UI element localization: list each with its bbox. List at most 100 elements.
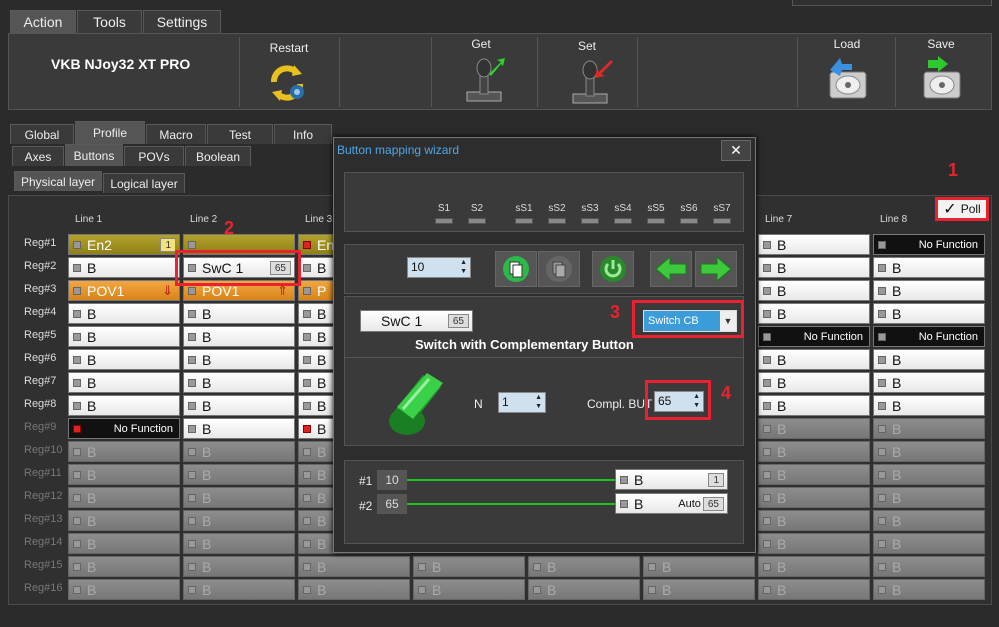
button-cell[interactable]: No Function <box>873 326 985 347</box>
set-button[interactable] <box>567 58 613 109</box>
tab-boolean[interactable]: Boolean <box>185 146 251 166</box>
button-cell[interactable]: B <box>68 326 180 347</box>
tab-physical-layer[interactable]: Physical layer <box>14 171 102 191</box>
button-cell[interactable]: B <box>68 487 180 508</box>
restart-button[interactable] <box>266 62 308 107</box>
button-cell[interactable]: B <box>873 556 985 577</box>
copy-button[interactable] <box>495 251 537 287</box>
button-cell[interactable]: B <box>873 418 985 439</box>
button-cell[interactable]: B <box>68 257 180 278</box>
poll-checkbox[interactable]: ✓ Poll <box>935 197 989 221</box>
button-cell[interactable]: B <box>68 349 180 370</box>
row2-button-cell[interactable]: B Auto 65 <box>615 493 728 514</box>
tab-buttons[interactable]: Buttons <box>65 144 123 166</box>
button-cell[interactable]: B <box>873 257 985 278</box>
next-button[interactable] <box>695 251 737 287</box>
button-cell[interactable]: B <box>758 579 870 600</box>
button-cell[interactable]: B <box>183 372 295 393</box>
button-cell[interactable]: B <box>758 372 870 393</box>
button-cell[interactable]: B <box>68 533 180 554</box>
tab-test[interactable]: Test <box>207 124 273 144</box>
button-cell[interactable]: B <box>758 395 870 416</box>
button-cell[interactable]: B <box>183 441 295 462</box>
previous-button[interactable] <box>650 251 692 287</box>
button-cell[interactable]: B <box>873 510 985 531</box>
button-cell[interactable]: B <box>183 533 295 554</box>
button-cell[interactable]: No Function <box>68 418 180 439</box>
button-cell[interactable]: B <box>183 349 295 370</box>
button-cell[interactable]: B <box>758 280 870 301</box>
button-cell[interactable]: B <box>873 464 985 485</box>
button-cell[interactable]: B <box>68 395 180 416</box>
button-cell[interactable]: B <box>758 349 870 370</box>
button-cell[interactable]: B <box>183 556 295 577</box>
n-spinner[interactable]: 1 ▲ ▼ <box>498 392 546 413</box>
button-cell[interactable]: B <box>758 556 870 577</box>
tab-profile[interactable]: Profile <box>75 121 145 144</box>
row1-button-cell[interactable]: B 1 <box>615 469 728 490</box>
tab-info[interactable]: Info <box>274 124 332 144</box>
button-cell[interactable]: B <box>758 418 870 439</box>
button-cell[interactable]: B <box>758 234 870 255</box>
button-cell[interactable]: No Function <box>758 326 870 347</box>
button-cell[interactable]: B <box>643 556 755 577</box>
button-cell[interactable]: B <box>873 372 985 393</box>
button-cell[interactable]: B <box>528 556 640 577</box>
button-cell[interactable]: B <box>758 464 870 485</box>
selected-button-cell[interactable]: SwC 1 65 <box>360 310 473 332</box>
button-cell[interactable]: B <box>758 510 870 531</box>
button-cell[interactable]: POV1 ⇓ <box>68 280 180 301</box>
button-cell[interactable]: B <box>873 395 985 416</box>
button-cell[interactable]: B <box>873 280 985 301</box>
button-cell[interactable]: B <box>873 441 985 462</box>
button-cell[interactable]: No Function <box>873 234 985 255</box>
button-cell[interactable]: B <box>873 487 985 508</box>
reset-button[interactable] <box>592 251 634 287</box>
button-cell[interactable]: B <box>758 441 870 462</box>
button-cell[interactable]: B <box>758 487 870 508</box>
button-cell[interactable]: B <box>758 303 870 324</box>
button-cell[interactable]: B <box>183 510 295 531</box>
button-cell[interactable]: B <box>298 556 410 577</box>
tab-settings[interactable]: Settings <box>143 10 221 33</box>
save-button[interactable] <box>920 56 964 105</box>
button-cell[interactable]: B <box>68 441 180 462</box>
tab-macro[interactable]: Macro <box>146 124 206 144</box>
get-button[interactable] <box>461 56 507 107</box>
button-cell[interactable]: B <box>183 303 295 324</box>
button-cell[interactable]: B <box>183 487 295 508</box>
button-cell[interactable]: B <box>183 395 295 416</box>
button-cell[interactable]: B <box>643 579 755 600</box>
button-index-spinner[interactable]: 10 ▲ ▼ <box>407 257 471 278</box>
button-cell[interactable]: B <box>68 464 180 485</box>
button-cell[interactable]: B <box>183 579 295 600</box>
tab-global[interactable]: Global <box>10 124 74 144</box>
button-cell[interactable]: B <box>873 533 985 554</box>
button-cell[interactable]: B <box>413 556 525 577</box>
button-cell[interactable]: B <box>873 349 985 370</box>
button-cell[interactable]: B <box>68 579 180 600</box>
button-cell[interactable]: B <box>68 556 180 577</box>
button-cell[interactable]: B <box>873 579 985 600</box>
button-cell[interactable]: En2 1 <box>68 234 180 255</box>
button-cell[interactable]: B <box>758 257 870 278</box>
button-cell[interactable]: B <box>298 579 410 600</box>
dialog-close-button[interactable]: ✕ <box>721 140 751 161</box>
tab-povs[interactable]: POVs <box>124 146 184 166</box>
paste-button[interactable] <box>538 251 580 287</box>
button-cell[interactable]: B <box>183 418 295 439</box>
button-cell[interactable]: B <box>183 326 295 347</box>
button-cell[interactable]: B <box>758 533 870 554</box>
button-cell[interactable]: B <box>183 464 295 485</box>
button-cell[interactable]: B <box>68 510 180 531</box>
button-cell[interactable]: B <box>413 579 525 600</box>
button-cell[interactable]: B <box>68 303 180 324</box>
load-button[interactable] <box>826 56 870 105</box>
tab-axes[interactable]: Axes <box>12 146 64 166</box>
tab-logical-layer[interactable]: Logical layer <box>103 173 185 193</box>
button-cell[interactable]: B <box>873 303 985 324</box>
button-cell[interactable]: B <box>528 579 640 600</box>
tab-tools[interactable]: Tools <box>77 10 142 33</box>
tab-action[interactable]: Action <box>10 10 76 33</box>
button-cell[interactable]: B <box>68 372 180 393</box>
